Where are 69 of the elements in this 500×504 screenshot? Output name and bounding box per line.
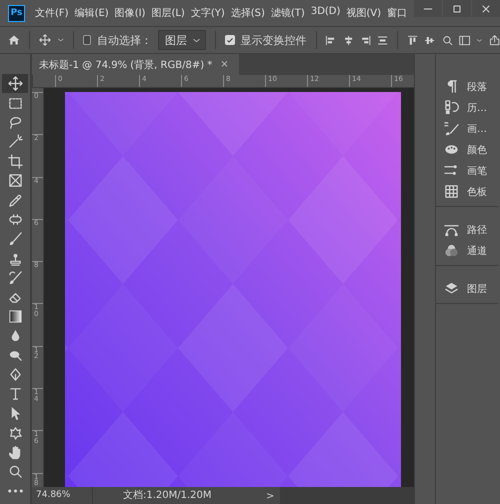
brushes-icon xyxy=(444,163,459,178)
hand-icon xyxy=(8,444,22,460)
brush-settings-icon xyxy=(444,121,459,136)
move-icon xyxy=(8,76,22,92)
more-icon xyxy=(8,488,22,493)
zoom-level: 74.86% xyxy=(32,487,92,504)
paths-icon xyxy=(444,222,459,237)
lasso-icon xyxy=(8,114,22,130)
checkbox-label: 自动选择： xyxy=(96,32,152,48)
close-tab-button[interactable]: × xyxy=(220,59,229,70)
healing-icon xyxy=(8,212,22,227)
app-logo: Ps xyxy=(8,4,25,22)
layers-panel-button[interactable]: 图层 xyxy=(436,278,498,299)
menu-item[interactable]: 编辑(E) xyxy=(74,6,109,20)
zoom-icon xyxy=(8,464,22,479)
panel-label: 颜色 xyxy=(467,144,487,156)
share-icon[interactable] xyxy=(488,32,500,48)
panel-label: 通道 xyxy=(467,244,487,258)
layer-dropdown[interactable]: 图层 xyxy=(158,30,206,50)
crop-icon xyxy=(8,154,22,169)
panel-label: 路径 xyxy=(467,224,487,236)
close-icon xyxy=(480,2,492,14)
menu-item[interactable]: 选择(S) xyxy=(230,6,265,20)
menu-item[interactable]: 滤镜(T) xyxy=(270,6,305,20)
menu-item[interactable]: 视图(V) xyxy=(346,6,382,20)
panel-label: 历… xyxy=(467,102,487,114)
brush-settings-panel-button[interactable]: 画… xyxy=(436,118,498,139)
panel-label: 画笔 xyxy=(467,164,487,178)
type-icon xyxy=(8,386,22,402)
panel-label: 画… xyxy=(467,122,487,136)
menu-item[interactable]: 图像(I) xyxy=(114,6,146,20)
maximize-button[interactable] xyxy=(443,0,471,17)
panel-label: 色板 xyxy=(467,186,487,198)
gradient-icon xyxy=(8,308,22,324)
menu-item[interactable]: 文字(Y) xyxy=(190,6,225,20)
close-button[interactable] xyxy=(472,0,500,17)
history-brush-icon xyxy=(8,270,22,286)
paths-panel-button[interactable]: 路径 xyxy=(436,219,498,240)
eyedropper-icon xyxy=(8,192,22,208)
color-panel-button[interactable]: 颜色 xyxy=(436,139,498,160)
status-menu-button[interactable]: > xyxy=(260,487,280,504)
swatches-panel-button[interactable]: 色板 xyxy=(436,181,498,202)
move-tool[interactable] xyxy=(2,74,28,94)
history-panel-button[interactable]: 历… xyxy=(436,97,498,118)
shape-icon xyxy=(8,425,22,440)
checkbox[interactable] xyxy=(82,35,91,45)
channels-panel-button[interactable]: 通道 xyxy=(436,240,498,261)
maximize-icon xyxy=(451,2,463,14)
brush-icon xyxy=(8,231,22,246)
menu-item[interactable]: 3D(D) xyxy=(310,6,340,20)
pen-icon xyxy=(8,367,22,382)
history-icon xyxy=(444,100,459,115)
brushes-panel-button[interactable]: 画笔 xyxy=(436,160,498,181)
frame-icon xyxy=(8,173,22,188)
marquee-icon xyxy=(8,96,22,111)
channels-icon xyxy=(444,243,459,258)
wand-icon xyxy=(8,134,22,150)
panel-label: 段落 xyxy=(467,80,487,94)
document-size: 文档:1.20M/1.20M xyxy=(92,487,260,504)
layers-icon xyxy=(444,281,459,296)
menu-item[interactable]: 图层(L) xyxy=(151,6,185,20)
document-tab[interactable]: 未标题-1 @ 74.9% (背景, RGB/8#) * × xyxy=(32,54,239,75)
checkbox-label: 显示变换控件 xyxy=(240,32,307,48)
move-icon[interactable] xyxy=(38,32,51,48)
paragraph-panel-button[interactable]: 段落 xyxy=(436,76,498,97)
menu-item[interactable]: 窗口 xyxy=(387,6,408,20)
swatches-icon xyxy=(444,184,459,199)
panel-label: 图层 xyxy=(467,282,487,296)
menu-item[interactable]: 文件(F) xyxy=(35,6,69,20)
